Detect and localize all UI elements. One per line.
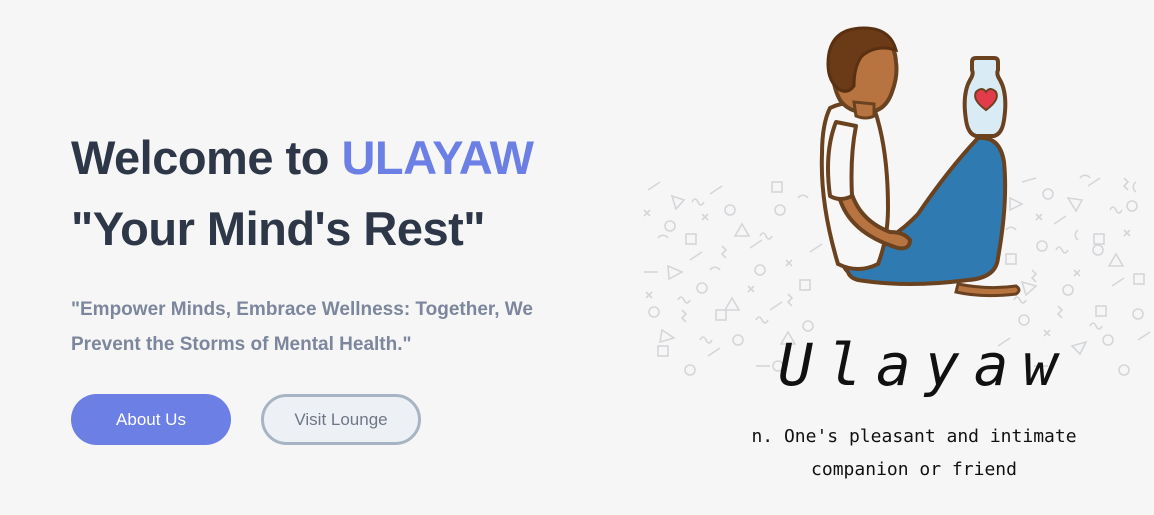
page-title: Welcome to ULAYAW xyxy=(71,128,611,188)
hero-illustration-area: Ulayaw n. One's pleasant and intimate co… xyxy=(638,0,1154,515)
page-subtitle: "Your Mind's Rest" xyxy=(71,202,486,255)
heart-jar-icon xyxy=(962,56,1008,138)
hero-tagline: "Empower Minds, Embrace Wellness: Togeth… xyxy=(71,299,533,355)
hero-button-row: About Us Visit Lounge xyxy=(71,394,421,445)
brand-name: ULAYAW xyxy=(341,131,534,184)
ulayaw-definition: n. One's pleasant and intimate companion… xyxy=(751,426,1077,480)
about-us-button[interactable]: About Us xyxy=(71,394,231,445)
ulayaw-logo-word: Ulayaw xyxy=(778,331,1072,399)
title-prefix: Welcome to xyxy=(71,131,342,184)
person-with-heart-jar-illustration xyxy=(819,26,1021,298)
visit-lounge-button[interactable]: Visit Lounge xyxy=(261,394,421,445)
hero-text-block: Welcome to ULAYAW "Your Mind's Rest" "Em… xyxy=(71,128,611,362)
